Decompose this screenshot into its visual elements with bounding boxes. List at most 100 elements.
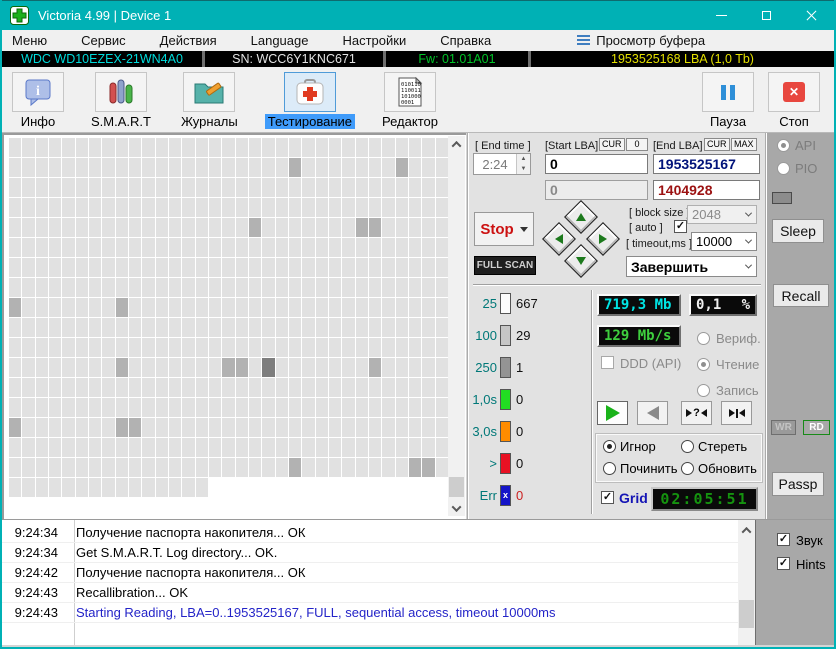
seek-test-button[interactable]: ? — [681, 401, 712, 425]
spin-down-icon[interactable]: ▼ — [517, 164, 530, 174]
seek-right-button[interactable] — [586, 222, 620, 256]
scrollbar-thumb[interactable] — [449, 477, 464, 497]
tab-Редактор[interactable]: 010110 110011 101000 0001 Редактор — [379, 72, 441, 132]
log-scrollbar[interactable] — [738, 520, 755, 645]
scan-block — [142, 138, 155, 157]
scan-block — [62, 298, 75, 317]
scan-block — [328, 298, 342, 317]
spin-up-icon[interactable]: ▲ — [517, 154, 530, 164]
scan-block — [275, 258, 288, 277]
scan-block — [168, 418, 182, 437]
start-lba-cur-button[interactable]: CUR — [599, 138, 625, 151]
scan-block — [328, 438, 342, 457]
scan-block — [275, 278, 288, 297]
menu-items: Меню Сервис Действия Language Настройки Справ… — [12, 33, 525, 48]
latency-row: 100 29 — [469, 325, 589, 347]
scan-block — [435, 298, 448, 317]
scan-block — [88, 358, 102, 377]
scan-block — [155, 338, 168, 357]
scroll-up-icon[interactable] — [738, 522, 755, 538]
scan-block — [22, 338, 35, 357]
sleep-button[interactable]: Sleep — [772, 219, 824, 243]
scan-block — [395, 358, 408, 377]
edge-seek-button[interactable] — [721, 401, 752, 425]
buffer-view-button[interactable]: Просмотр буфера — [577, 33, 705, 48]
end-time-spinner[interactable]: 2:24 ▲ ▼ — [473, 153, 531, 175]
scan-block — [355, 258, 368, 277]
scan-block — [422, 278, 435, 297]
scan-block — [435, 338, 448, 357]
passp-button[interactable]: Passp — [772, 472, 824, 496]
seek-up-button[interactable] — [564, 200, 598, 234]
defect-radio-Починить[interactable] — [603, 462, 616, 475]
ddd-checkbox[interactable] — [601, 356, 614, 369]
mode-radio-Запись[interactable] — [697, 384, 710, 397]
scan-grid-scrollbar[interactable] — [448, 136, 465, 516]
scan-block — [88, 138, 102, 157]
tab-Журналы[interactable]: Журналы — [178, 72, 241, 132]
scan-block — [368, 258, 382, 277]
menu-item[interactable]: Справка — [440, 33, 491, 48]
play-button[interactable] — [597, 401, 628, 425]
timeout-combo[interactable]: 10000 — [691, 232, 757, 251]
end-lba-input[interactable]: 1953525167 — [653, 154, 760, 174]
mode-radio-Вериф.[interactable] — [697, 332, 710, 345]
scan-block — [368, 338, 382, 357]
end-lba-cur-button[interactable]: CUR — [704, 138, 730, 151]
defect-radio-Стереть[interactable] — [681, 440, 694, 453]
tab-S.M.A.R.T[interactable]: S.M.A.R.T — [88, 72, 154, 132]
pio-radio[interactable] — [777, 162, 790, 175]
mode-radio-Чтение[interactable] — [697, 358, 710, 371]
seek-down-button[interactable] — [564, 244, 598, 278]
scan-block — [235, 298, 248, 317]
scrollbar-thumb[interactable] — [739, 600, 754, 628]
tab-Тестирование[interactable]: Тестирование — [264, 72, 356, 132]
scan-block — [235, 398, 248, 417]
scan-block — [9, 438, 22, 457]
grid-checkbox[interactable]: ✓ — [601, 491, 614, 504]
close-button[interactable] — [789, 1, 834, 30]
scan-block — [302, 398, 315, 417]
scan-block — [222, 138, 235, 157]
minimize-button[interactable] — [699, 1, 744, 30]
scan-stop-button[interactable]: Stop — [474, 212, 534, 246]
scan-block — [382, 318, 395, 337]
menu-item[interactable]: Сервис — [81, 33, 126, 48]
api-radio[interactable] — [777, 139, 790, 152]
title-bar[interactable]: Victoria 4.99 | Device 1 — [2, 0, 834, 30]
scan-block — [328, 198, 342, 217]
scroll-down-icon[interactable] — [448, 500, 465, 516]
menu-item[interactable]: Language — [251, 33, 309, 48]
auto-checkbox[interactable]: ✓ — [674, 220, 687, 233]
defect-radio-Обновить[interactable] — [681, 462, 694, 475]
on-end-action-combo[interactable]: Завершить — [626, 256, 757, 277]
latency-label: 100 — [475, 328, 497, 343]
scan-block — [75, 218, 88, 237]
scan-block — [88, 478, 102, 497]
scan-block — [182, 478, 195, 497]
scan-block — [435, 258, 448, 277]
scan-block — [342, 138, 355, 157]
scan-block — [355, 318, 368, 337]
start-lba-zero-button[interactable]: 0 — [626, 138, 648, 151]
pause-button[interactable]: Пауза — [702, 72, 754, 132]
menu-item[interactable]: Действия — [160, 33, 217, 48]
scroll-up-icon[interactable] — [448, 136, 465, 152]
stop-task-button[interactable]: ✕ Стоп — [768, 72, 820, 132]
maximize-button[interactable] — [744, 1, 789, 30]
menu-item[interactable]: Меню — [12, 33, 47, 48]
scan-block — [328, 218, 342, 237]
back-button[interactable] — [637, 401, 668, 425]
scan-block — [262, 238, 275, 257]
start-lba-input[interactable]: 0 — [545, 154, 648, 174]
full-scan-button[interactable]: FULL SCAN — [474, 256, 536, 275]
seek-left-button[interactable] — [542, 222, 576, 256]
recall-button[interactable]: Recall — [773, 284, 829, 307]
end-lba-max-button[interactable]: MAX — [731, 138, 757, 151]
menu-item[interactable]: Настройки — [342, 33, 406, 48]
hints-checkbox[interactable]: ✓ — [777, 557, 790, 570]
sound-checkbox[interactable]: ✓ — [777, 533, 790, 546]
tab-Инфо[interactable]: i Инфо — [12, 72, 64, 132]
scan-block — [408, 218, 422, 237]
defect-radio-Игнор[interactable] — [603, 440, 616, 453]
